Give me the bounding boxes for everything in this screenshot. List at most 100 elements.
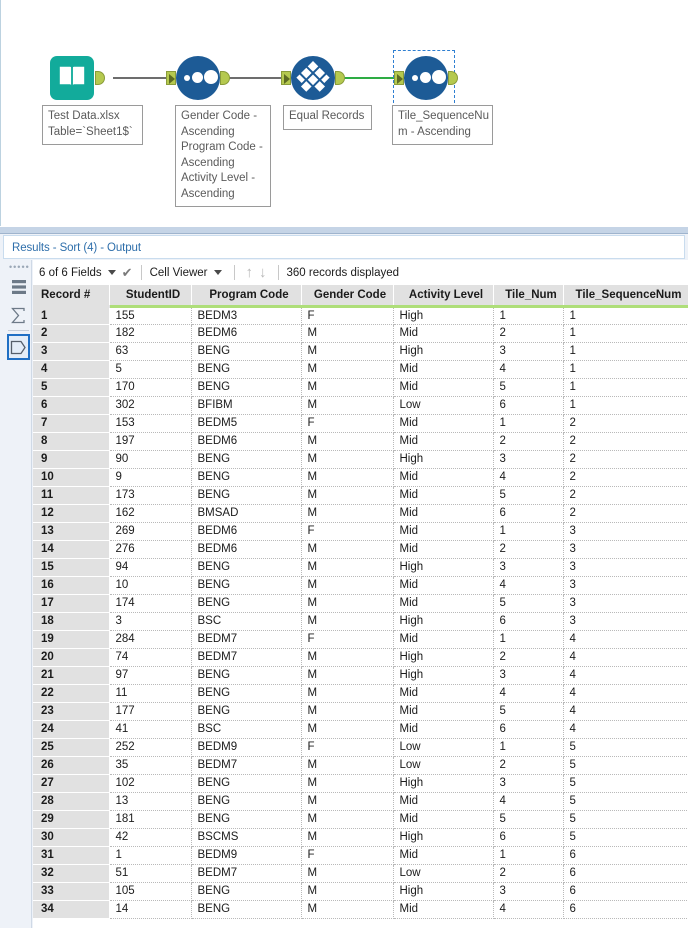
table-cell[interactable]: Mid	[393, 576, 494, 595]
table-cell[interactable]: 197	[109, 432, 192, 451]
record-number-cell[interactable]: 22	[33, 684, 110, 703]
table-cell[interactable]: 74	[109, 648, 192, 667]
table-cell[interactable]: Mid	[393, 468, 494, 487]
record-number-cell[interactable]: 21	[33, 666, 110, 685]
table-row[interactable]: 33 105 BENG M High 3 6	[33, 882, 688, 901]
table-cell[interactable]: Mid	[393, 360, 494, 379]
table-cell[interactable]: BEDM9	[191, 738, 302, 757]
table-cell[interactable]: 3	[563, 522, 688, 541]
table-cell[interactable]: High	[393, 612, 494, 631]
table-cell[interactable]: BEDM7	[191, 630, 302, 649]
table-cell[interactable]: 155	[109, 306, 192, 325]
table-cell[interactable]: Mid	[393, 540, 494, 559]
column-header-record[interactable]: Record #	[33, 285, 110, 308]
table-row[interactable]: 34 14 BENG M Mid 4 6	[33, 900, 688, 919]
table-cell[interactable]: 4	[493, 576, 564, 595]
node-sort[interactable]	[166, 56, 230, 100]
table-cell[interactable]: BMSAD	[191, 504, 302, 523]
table-row[interactable]: 17 174 BENG M Mid 5 3	[33, 594, 688, 613]
record-number-cell[interactable]: 31	[33, 846, 110, 865]
table-row[interactable]: 32 51 BEDM7 M Low 2 6	[33, 864, 688, 883]
table-cell[interactable]: BENG	[191, 468, 302, 487]
table-row[interactable]: 5 170 BENG M Mid 5 1	[33, 378, 688, 397]
table-cell[interactable]: 97	[109, 666, 192, 685]
table-cell[interactable]: M	[301, 576, 394, 595]
chevron-down-icon[interactable]	[107, 270, 116, 275]
table-cell[interactable]: BEDM6	[191, 522, 302, 541]
table-cell[interactable]: 3	[493, 882, 564, 901]
table-cell[interactable]: BSC	[191, 612, 302, 631]
table-cell[interactable]: 2	[563, 468, 688, 487]
table-cell[interactable]: 90	[109, 450, 192, 469]
table-row[interactable]: 10 9 BENG M Mid 4 2	[33, 468, 688, 487]
table-row[interactable]: 31 1 BEDM9 F Mid 1 6	[33, 846, 688, 865]
table-cell[interactable]: 105	[109, 882, 192, 901]
table-row[interactable]: 22 11 BENG M Mid 4 4	[33, 684, 688, 703]
table-cell[interactable]: 4	[493, 684, 564, 703]
record-number-cell[interactable]: 26	[33, 756, 110, 775]
table-cell[interactable]: BENG	[191, 486, 302, 505]
record-number-cell[interactable]: 34	[33, 900, 110, 919]
table-cell[interactable]: 162	[109, 504, 192, 523]
table-cell[interactable]: Mid	[393, 900, 494, 919]
record-number-cell[interactable]: 30	[33, 828, 110, 847]
table-cell[interactable]: Mid	[393, 432, 494, 451]
table-cell[interactable]: M	[301, 612, 394, 631]
table-cell[interactable]: M	[301, 342, 394, 361]
output-port[interactable]	[220, 71, 230, 85]
table-cell[interactable]: 1	[109, 846, 192, 865]
table-cell[interactable]: BENG	[191, 900, 302, 919]
table-row[interactable]: 12 162 BMSAD M Mid 6 2	[33, 504, 688, 523]
table-cell[interactable]: BENG	[191, 702, 302, 721]
table-cell[interactable]: 94	[109, 558, 192, 577]
table-cell[interactable]: Mid	[393, 810, 494, 829]
table-cell[interactable]: Mid	[393, 702, 494, 721]
input-port[interactable]	[394, 71, 404, 85]
table-cell[interactable]: 42	[109, 828, 192, 847]
table-cell[interactable]: 5	[493, 702, 564, 721]
table-cell[interactable]: 182	[109, 324, 192, 343]
table-cell[interactable]: M	[301, 720, 394, 739]
node-tile[interactable]	[281, 56, 345, 100]
table-cell[interactable]: 6	[493, 720, 564, 739]
record-number-cell[interactable]: 25	[33, 738, 110, 757]
table-cell[interactable]: 5	[563, 792, 688, 811]
table-cell[interactable]: 2	[493, 324, 564, 343]
table-row[interactable]: 6 302 BFIBM M Low 6 1	[33, 396, 688, 415]
table-cell[interactable]: M	[301, 792, 394, 811]
table-cell[interactable]: Low	[393, 756, 494, 775]
output-port[interactable]	[95, 71, 105, 85]
checkmark-icon[interactable]: ✔	[122, 265, 133, 281]
record-number-cell[interactable]: 7	[33, 414, 110, 433]
table-row[interactable]: 24 41 BSC M Mid 6 4	[33, 720, 688, 739]
table-cell[interactable]: BEDM6	[191, 324, 302, 343]
table-cell[interactable]: 14	[109, 900, 192, 919]
table-row[interactable]: 20 74 BEDM7 M High 2 4	[33, 648, 688, 667]
table-cell[interactable]: M	[301, 432, 394, 451]
table-cell[interactable]: 3	[493, 774, 564, 793]
table-cell[interactable]: BEDM7	[191, 864, 302, 883]
table-cell[interactable]: 11	[109, 684, 192, 703]
table-row[interactable]: 1 155 BEDM3 F High 1 1	[33, 306, 688, 325]
column-header-tile-sequencenum[interactable]: Tile_SequenceNum	[563, 285, 688, 308]
record-number-cell[interactable]: 16	[33, 576, 110, 595]
table-row[interactable]: 28 13 BENG M Mid 4 5	[33, 792, 688, 811]
table-cell[interactable]: 63	[109, 342, 192, 361]
table-cell[interactable]: M	[301, 324, 394, 343]
record-number-cell[interactable]: 17	[33, 594, 110, 613]
record-number-cell[interactable]: 3	[33, 342, 110, 361]
table-cell[interactable]: High	[393, 828, 494, 847]
table-row[interactable]: 23 177 BENG M Mid 5 4	[33, 702, 688, 721]
table-cell[interactable]: BFIBM	[191, 396, 302, 415]
table-cell[interactable]: 181	[109, 810, 192, 829]
table-cell[interactable]: High	[393, 558, 494, 577]
table-cell[interactable]: BENG	[191, 774, 302, 793]
table-cell[interactable]: 6	[493, 828, 564, 847]
table-cell[interactable]: M	[301, 648, 394, 667]
table-cell[interactable]: 2	[493, 540, 564, 559]
record-number-cell[interactable]: 12	[33, 504, 110, 523]
table-cell[interactable]: M	[301, 594, 394, 613]
table-row[interactable]: 21 97 BENG M High 3 4	[33, 666, 688, 685]
record-number-cell[interactable]: 18	[33, 612, 110, 631]
table-cell[interactable]: Mid	[393, 720, 494, 739]
